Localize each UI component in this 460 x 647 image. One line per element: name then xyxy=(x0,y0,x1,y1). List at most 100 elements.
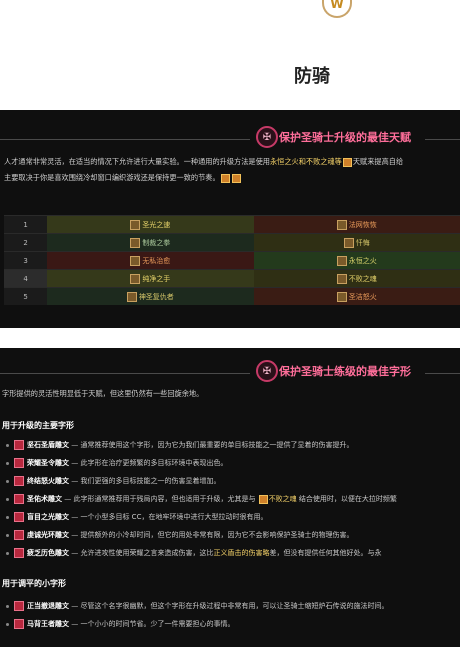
intro-text: 人才通常非常灵活，在适当的情况下允许进行大量实验。一种通用的升级方法是使用 xyxy=(4,157,270,166)
talent-name: 制裁之拳 xyxy=(142,238,171,247)
table-row: 5 神圣复仇者 圣洁怒火 xyxy=(4,287,460,305)
talent-gem-icon xyxy=(231,173,241,183)
list-item: 虔诚光环雕文 — 提供额外的小冷却时间，但它的用处非常有限，因为它不会影响保护圣… xyxy=(6,528,353,542)
talent-icon xyxy=(130,237,141,248)
glyph-link[interactable]: 正当撤退雕文 xyxy=(27,602,69,610)
header-divider-left xyxy=(0,373,250,374)
header-divider-right xyxy=(425,139,460,140)
bullet-icon xyxy=(6,443,9,447)
glyph-link[interactable]: 马背王者雕文 xyxy=(27,620,69,628)
talent-name: 忏悔 xyxy=(355,238,370,247)
list-item: 圣佑术雕文 — 此字形通常推荐用于残局内容，但也适用于升级，尤其是与 不败之魂 … xyxy=(6,492,397,506)
talent-cell[interactable]: 永恒之火 xyxy=(253,251,460,270)
talents-panel: ✠ 保护圣骑士升级的最佳天赋 人才通常非常灵活，在适当的情况下允许进行大量实验。… xyxy=(0,110,460,328)
talent-name: 圣洁怒火 xyxy=(348,292,377,301)
table-row: 1 圣光之速 法网恢恢 xyxy=(4,215,460,234)
table-row: 2 制裁之拳 忏悔 xyxy=(4,233,460,252)
glyph-icon xyxy=(14,619,24,629)
glyph-icon xyxy=(14,548,24,558)
talent-cell[interactable]: 忏悔 xyxy=(253,233,460,252)
paladin-class-icon: ✠ xyxy=(256,126,278,148)
glyphs-intro: 字形提供的灵活性明显低于天赋，但这里仍然有一些回旋余地。 xyxy=(2,389,204,398)
shield-emblem-icon: W xyxy=(322,0,352,18)
header-divider-right xyxy=(425,373,460,374)
talent-name: 不败之魂 xyxy=(348,274,377,283)
ability-link[interactable]: 正义盾击的伤害略 xyxy=(213,549,269,557)
glyph-desc: — 尽管这个名字很幽默，但这个字形在升级过程中非常有用，可以让圣骑士缩短炉石传说… xyxy=(69,602,389,610)
talent-name: 永恒之火 xyxy=(348,256,377,265)
page-title: 防骑 xyxy=(294,66,330,87)
table-row: 3 无私治愈 永恒之火 xyxy=(4,251,460,270)
glyph-icon xyxy=(14,601,24,611)
talent-name: 法网恢恢 xyxy=(348,220,377,229)
talents-section-header: ✠ 保护圣骑士升级的最佳天赋 xyxy=(0,126,460,152)
list-item: 马背王者雕文 — 一个小小的时间节省。少了一件需要担心的事情。 xyxy=(6,617,234,631)
table-row: 4 纯净之手 不败之魂 xyxy=(4,269,460,288)
talent-name: 无私治愈 xyxy=(142,256,171,265)
talent-icon xyxy=(126,291,137,302)
talent-icon xyxy=(336,219,347,230)
glyph-desc: — 此字形通常推荐用于残局内容，但也适用于升级，尤其是与 xyxy=(62,495,258,503)
glyph-link[interactable]: 坚石圣盾雕文 xyxy=(27,441,69,449)
glyph-icon xyxy=(14,458,24,468)
talents-intro-line-1: 人才通常非常灵活，在适当的情况下允许进行大量实验。一种通用的升级方法是使用永恒之… xyxy=(4,154,460,170)
glyph-link[interactable]: 终结怒火雕文 xyxy=(27,477,69,485)
talent-name: 圣光之速 xyxy=(142,220,171,229)
talent-cell[interactable]: 法网恢恢 xyxy=(253,215,460,234)
talents-table: 1 圣光之速 法网恢恢 2 制裁之拳 忏悔 3 无私治愈 永恒之火 4 纯净之手… xyxy=(4,215,460,305)
glyphs-section-header: ✠ 保护圣骑士练级的最佳字形 xyxy=(0,360,460,386)
glyph-link[interactable]: 荣耀圣令雕文 xyxy=(27,459,69,467)
talents-section-title: 保护圣骑士升级的最佳天赋 xyxy=(279,131,411,144)
talent-cell[interactable]: 圣光之速 xyxy=(47,215,254,234)
bullet-icon xyxy=(6,533,9,537)
list-item: 疲乏历色雕文 — 允许进攻性使用荣耀之言来造成伤害，这比正义盾击的伤害略差，但没… xyxy=(6,546,381,560)
minor-glyphs-heading: 用于调平的小字形 xyxy=(2,579,66,588)
talent-gem-icon xyxy=(258,494,268,504)
glyphs-section-title: 保护圣骑士练级的最佳字形 xyxy=(279,365,411,378)
list-item: 荣耀圣令雕文 — 此字形在治疗更频繁的多目标环境中表现出色。 xyxy=(6,456,227,470)
bullet-icon xyxy=(6,622,9,626)
intro-text-tail: 天赋来提高自给 xyxy=(352,157,404,166)
intro-highlight[interactable]: 永恒之火和不败之魂等 xyxy=(270,157,342,166)
talent-cell[interactable]: 纯净之手 xyxy=(47,269,254,288)
talent-level: 4 xyxy=(4,269,48,288)
intro-text-2: 主要取决于你是喜欢围绕冷却窗口编织游戏还是保持更一致的节奏。 xyxy=(4,173,220,182)
talent-level: 1 xyxy=(4,215,48,234)
talent-cell[interactable]: 神圣复仇者 xyxy=(47,287,254,305)
glyph-icon xyxy=(14,530,24,540)
glyph-link[interactable]: 圣佑术雕文 xyxy=(27,495,62,503)
paladin-class-icon: ✠ xyxy=(256,360,278,382)
bullet-icon xyxy=(6,479,9,483)
glyph-desc: — 提供额外的小冷却时间，但它的用处非常有限，因为它不会影响保护圣骑士的物理伤害… xyxy=(69,531,354,539)
glyph-icon xyxy=(14,494,24,504)
bullet-icon xyxy=(6,551,9,555)
glyph-desc: — 我们更强的多目标技能之一的伤害显着增加。 xyxy=(69,477,221,485)
talent-cell[interactable]: 制裁之拳 xyxy=(47,233,254,252)
glyph-icon xyxy=(14,440,24,450)
glyph-desc-tail: 结合使用时，以便在大拉时频繁 xyxy=(296,495,397,503)
list-item: 终结怒火雕文 — 我们更强的多目标技能之一的伤害显着增加。 xyxy=(6,474,220,488)
glyph-icon xyxy=(14,512,24,522)
major-glyphs-heading: 用于升级的主要字形 xyxy=(2,421,74,430)
talent-link[interactable]: 不败之魂 xyxy=(269,495,297,503)
glyph-desc: — 允许进攻性使用荣耀之言来造成伤害，这比 xyxy=(69,549,214,557)
talent-name: 神圣复仇者 xyxy=(138,292,174,301)
talents-intro-line-2: 主要取决于你是喜欢围绕冷却窗口编织游戏还是保持更一致的节奏。 xyxy=(4,170,460,186)
header-divider-left xyxy=(0,139,250,140)
glyph-link[interactable]: 疲乏历色雕文 xyxy=(27,549,69,557)
glyph-link[interactable]: 盲目之光雕文 xyxy=(27,513,69,521)
page-header: W 防骑 xyxy=(0,0,460,100)
talent-level: 2 xyxy=(4,233,48,252)
talent-cell[interactable]: 不败之魂 xyxy=(253,269,460,288)
talent-gem-icon xyxy=(342,157,352,167)
talent-icon xyxy=(336,255,347,266)
talent-cell[interactable]: 无私治愈 xyxy=(47,251,254,270)
talent-cell[interactable]: 圣洁怒火 xyxy=(253,287,460,305)
glyph-link[interactable]: 虔诚光环雕文 xyxy=(27,531,69,539)
talent-icon xyxy=(343,237,354,248)
glyphs-panel: ✠ 保护圣骑士练级的最佳字形 字形提供的灵活性明显低于天赋，但这里仍然有一些回旋… xyxy=(0,348,460,647)
bullet-icon xyxy=(6,497,9,501)
list-item: 正当撤退雕文 — 尽管这个名字很幽默，但这个字形在升级过程中非常有用，可以让圣骑… xyxy=(6,599,388,613)
talent-icon xyxy=(336,291,347,302)
talent-icon xyxy=(130,273,141,284)
